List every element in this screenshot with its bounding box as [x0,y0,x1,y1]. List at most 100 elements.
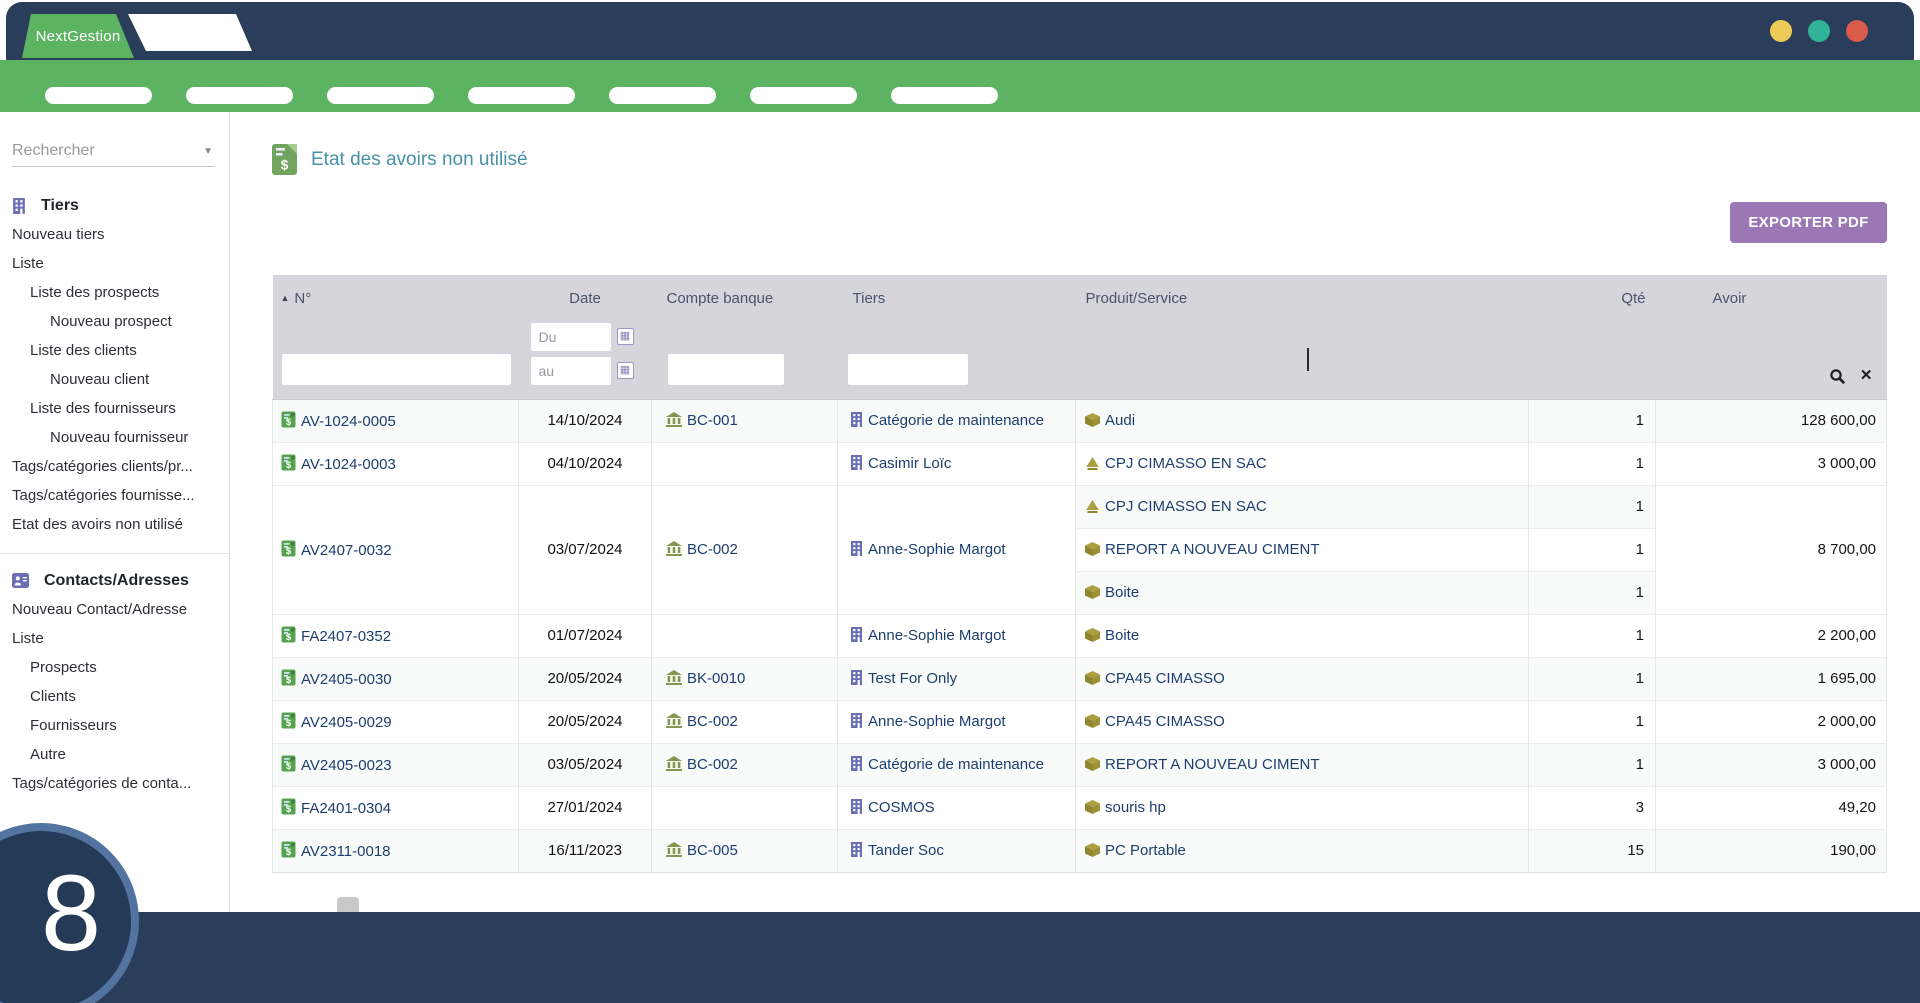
tiers-link[interactable]: Test For Only [868,670,957,687]
building-icon [850,842,863,857]
sidebar-item-nouveau-client[interactable]: Nouveau client [0,365,229,394]
bank-account-link[interactable]: BC-002 [687,713,738,730]
bank-account-link[interactable]: BC-002 [687,756,738,773]
sidebar-item-tags-clients[interactable]: Tags/catégories clients/pr... [0,452,229,481]
invoice-icon [281,454,296,471]
product-link[interactable]: CPA45 CIMASSO [1105,713,1225,730]
column-header-date[interactable]: Date [519,275,652,315]
product-link[interactable]: Boite [1105,584,1139,601]
sidebar-section-tiers[interactable]: Tiers [0,191,229,220]
column-header-produit-service[interactable]: Produit/Service [1076,275,1529,315]
filter-tiers-input[interactable] [848,354,968,385]
tiers-link[interactable]: Anne-Sophie Margot [868,713,1006,730]
filter-no-input[interactable] [282,354,511,385]
sidebar-item-clients[interactable]: Clients [0,682,229,711]
menu-item-pill[interactable] [327,87,434,104]
avoir-number-link[interactable]: AV2405-0030 [301,671,392,688]
avoir-number-link[interactable]: FA2401-0304 [301,800,391,817]
date-cell: 04/10/2024 [519,442,652,485]
menu-item-pill[interactable] [45,87,152,104]
window-close-dot[interactable] [1846,20,1868,42]
sidebar-item-liste[interactable]: Liste [0,249,229,278]
avoir-number-link[interactable]: AV2407-0032 [301,542,392,559]
tiers-link[interactable]: Catégorie de maintenance [868,412,1044,429]
column-header-no[interactable]: ▲N° [273,275,519,315]
sidebar-item-prospects[interactable]: Prospects [0,653,229,682]
invoice-icon [281,798,296,815]
bank-icon [666,713,682,728]
column-header-tiers[interactable]: Tiers [838,275,1076,315]
brand-tab[interactable]: NextGestion [22,14,134,58]
tiers-link[interactable]: Anne-Sophie Margot [868,541,1006,558]
product-link[interactable]: Audi [1105,412,1135,429]
sidebar-item-nouveau-fournisseur[interactable]: Nouveau fournisseur [0,423,229,452]
building-icon [850,799,863,814]
tiers-link[interactable]: Casimir Loïc [868,455,951,472]
filter-produit-text-cursor[interactable] [1307,348,1309,371]
sidebar-item-tags-fournisseurs[interactable]: Tags/catégories fournisse... [0,481,229,510]
building-icon [850,756,863,771]
bank-account-link[interactable]: BC-005 [687,842,738,859]
search-icon[interactable] [1829,368,1846,385]
product-link[interactable]: souris hp [1105,799,1166,816]
window-minimize-dot[interactable] [1770,20,1792,42]
column-header-compte-banque[interactable]: Compte banque [652,275,838,315]
avoir-number-link[interactable]: AV-1024-0005 [301,413,396,430]
filter-date-to-input[interactable] [531,357,611,385]
menu-item-pill[interactable] [186,87,293,104]
sidebar-item-fournisseurs[interactable]: Fournisseurs [0,711,229,740]
product-link[interactable]: Boite [1105,627,1139,644]
table-row: FA2401-0304 27/01/2024 COSMOS souris hp … [273,786,1887,829]
sidebar-item-liste-des-clients[interactable]: Liste des clients [0,336,229,365]
building-icon [850,627,863,642]
export-pdf-button[interactable]: EXPORTER PDF [1730,202,1887,243]
tiers-link[interactable]: COSMOS [868,799,935,816]
product-link[interactable]: PC Portable [1105,842,1186,859]
tiers-link[interactable]: Tander Soc [868,842,944,859]
qty-cell: 1 [1529,442,1656,485]
sidebar-section-contacts[interactable]: Contacts/Adresses [0,566,229,595]
sidebar-item-nouveau-tiers[interactable]: Nouveau tiers [0,220,229,249]
calendar-icon[interactable]: ▦ [617,328,634,345]
filter-date-from-input[interactable] [531,323,611,351]
tiers-link[interactable]: Anne-Sophie Margot [868,627,1006,644]
column-header-avoir[interactable]: Avoir [1656,275,1887,315]
product-link[interactable]: CPJ CIMASSO EN SAC [1105,455,1267,472]
menu-item-pill[interactable] [750,87,857,104]
tiers-link[interactable]: Catégorie de maintenance [868,756,1044,773]
window-maximize-dot[interactable] [1808,20,1830,42]
filter-compte-banque-input[interactable] [668,354,784,385]
bank-account-link[interactable]: BC-002 [687,541,738,558]
avoir-number-link[interactable]: FA2407-0352 [301,628,391,645]
sidebar-section-title: Contacts/Adresses [44,572,189,590]
calendar-icon[interactable]: ▦ [617,362,634,379]
sidebar-item-nouveau-prospect[interactable]: Nouveau prospect [0,307,229,336]
sidebar-item-liste-des-fournisseurs[interactable]: Liste des fournisseurs [0,394,229,423]
sidebar-item-liste-contacts[interactable]: Liste [0,624,229,653]
bank-account-link[interactable]: BC-001 [687,412,738,429]
sidebar-item-nouveau-contact[interactable]: Nouveau Contact/Adresse [0,595,229,624]
sidebar-item-liste-des-prospects[interactable]: Liste des prospects [0,278,229,307]
avoir-number-link[interactable]: AV2405-0023 [301,757,392,774]
product-link[interactable]: REPORT A NOUVEAU CIMENT [1105,541,1320,558]
menu-item-pill[interactable] [468,87,575,104]
bank-account-link[interactable]: BK-0010 [687,670,745,687]
search-input[interactable] [12,142,215,160]
sidebar-item-autre[interactable]: Autre [0,740,229,769]
sidebar-item-etat-des-avoirs[interactable]: Etat des avoirs non utilisé [0,510,229,539]
product-link[interactable]: CPA45 CIMASSO [1105,670,1225,687]
product-link[interactable]: REPORT A NOUVEAU CIMENT [1105,756,1320,773]
brand-label: NextGestion [36,28,121,45]
sidebar-item-tags-contacts[interactable]: Tags/catégories de conta... [0,769,229,798]
chevron-down-icon[interactable]: ▼ [203,146,213,157]
column-header-qte[interactable]: Qté [1529,275,1656,315]
building-icon [850,541,863,556]
table-row: AV2311-0018 16/11/2023 BC-005 Tander Soc… [273,829,1887,872]
avoir-number-link[interactable]: AV2405-0029 [301,714,392,731]
avoir-number-link[interactable]: AV-1024-0003 [301,456,396,473]
avoir-number-link[interactable]: AV2311-0018 [301,843,391,860]
product-link[interactable]: CPJ CIMASSO EN SAC [1105,498,1267,515]
menu-item-pill[interactable] [891,87,998,104]
menu-item-pill[interactable] [609,87,716,104]
package-icon [1085,843,1100,857]
